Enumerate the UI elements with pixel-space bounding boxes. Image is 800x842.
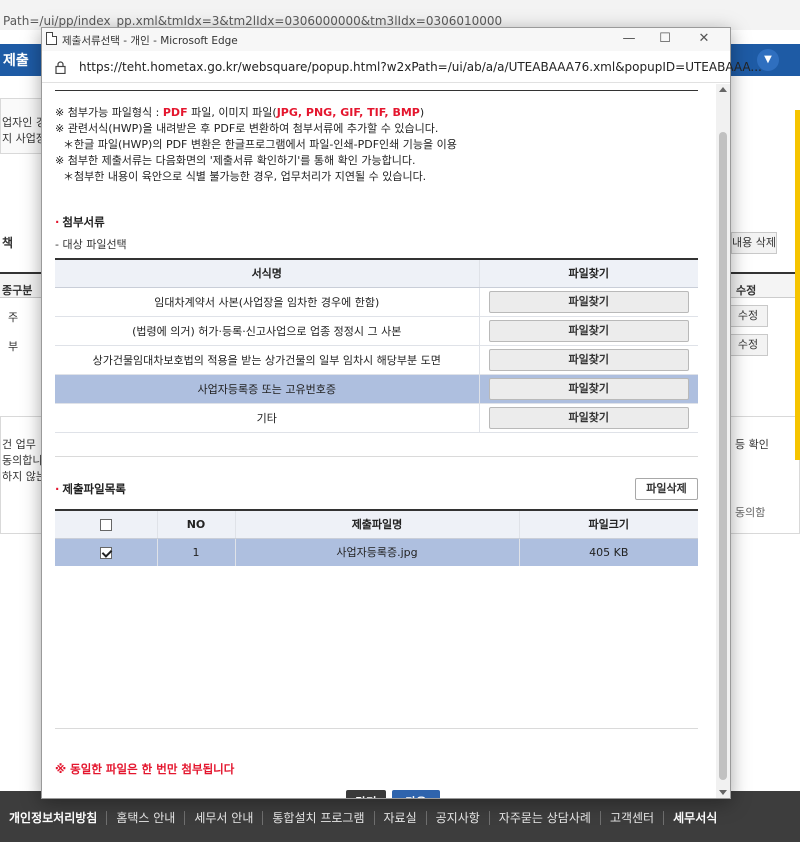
vertical-scrollbar[interactable] <box>716 84 730 798</box>
table-row[interactable]: 상가건물임대차보호법의 적용을 받는 상가건물의 일부 임차시 해당부분 도면 … <box>55 345 698 375</box>
close-icon[interactable]: ✕ <box>695 31 713 47</box>
background-edit-button[interactable]: 수정 <box>728 334 768 356</box>
popup-body: ※ 첨부가능 파일형식 : PDF 파일, 이미지 파일(JPG, PNG, G… <box>42 84 730 798</box>
popup-window-title: 제출서류선택 - 개인 - Microsoft Edge <box>62 35 238 47</box>
column-header-form-name: 서식명 <box>55 259 480 288</box>
file-no-cell: 1 <box>157 538 236 566</box>
background-side-banner <box>795 110 800 460</box>
notice-hwp-convert: ※ 관련서식(HWP)을 내려받은 후 PDF로 변환하여 첨부서류에 추가할 … <box>55 122 439 135</box>
scrollbar-thumb[interactable] <box>719 132 727 780</box>
footer-link-faq[interactable]: 자주묻는 상담사례 <box>490 811 601 825</box>
popup-titlebar[interactable]: 제출서류선택 - 개인 - Microsoft Edge — ☐ ✕ <box>42 28 730 51</box>
background-agree-label[interactable]: 동의함 <box>735 504 765 520</box>
background-grid-cell: 부 <box>8 340 19 353</box>
attach-section-title: · 첨부서류 <box>55 215 105 229</box>
close-button[interactable]: 닫기 <box>346 790 386 798</box>
footer-link-customer-center[interactable]: 고객센터 <box>601 811 665 825</box>
background-section-label: 책 <box>2 236 14 250</box>
background-text: 등 확인 <box>735 438 769 451</box>
bullet-icon: · <box>55 215 60 229</box>
file-list-title: · 제출파일목록 <box>55 482 126 496</box>
background-text: 지 사업장 <box>2 132 46 145</box>
footer-link-privacy[interactable]: 개인정보처리방침 <box>0 811 108 825</box>
table-row[interactable]: (법령에 의거) 허가·등록·신고사업으로 업종 정정시 그 사본 파일찾기 <box>55 316 698 346</box>
minimize-icon[interactable]: — <box>620 31 638 47</box>
find-file-button[interactable]: 파일찾기 <box>488 406 689 429</box>
column-header-find-file: 파일찾기 <box>479 259 698 288</box>
footer-link-install[interactable]: 통합설치 프로그램 <box>263 811 375 825</box>
delete-file-button[interactable]: 파일삭제 <box>635 478 698 500</box>
select-all-checkbox[interactable] <box>99 518 112 531</box>
file-size-cell: 405 KB <box>519 538 698 566</box>
background-url: Path=/ui/pp/index_pp.xml&tmIdx=3&tm2lIdx… <box>3 14 503 28</box>
background-delete-button[interactable]: 내용 삭제 <box>731 232 777 254</box>
background-text: 하지 않는 <box>2 470 46 483</box>
lock-icon <box>55 61 66 74</box>
table-row[interactable]: 기타 파일찾기 <box>55 403 698 433</box>
background-edit-button[interactable]: 수정 <box>728 305 768 327</box>
duplicate-file-warning: ※ 동일한 파일은 한 번만 첨부됩니다 <box>55 762 235 776</box>
notice-processing-delay: ＊첨부한 내용이 육안으로 식별 불가능한 경우, 업무처리가 지연될 수 있습… <box>63 170 427 183</box>
submitted-file-table: NO 제출파일명 파일크기 1 사업자등록증.jpg 405 KB <box>55 509 698 566</box>
bullet-icon: · <box>55 482 60 496</box>
find-file-button[interactable]: 파일찾기 <box>488 290 689 313</box>
divider <box>55 90 698 91</box>
popup-url[interactable]: https://teht.hometax.go.kr/websquare/pop… <box>79 60 762 74</box>
divider <box>55 728 698 729</box>
row-checkbox[interactable] <box>99 546 112 559</box>
table-row-selected[interactable]: 1 사업자등록증.jpg 405 KB <box>55 538 698 566</box>
form-name-cell: 임대차계약서 사본(사업장을 임차한 경우에 한함) <box>55 287 480 317</box>
footer-link-tax-office[interactable]: 세무서 안내 <box>185 811 264 825</box>
maximize-icon[interactable]: ☐ <box>656 31 674 47</box>
find-file-button[interactable]: 파일찾기 <box>488 319 689 342</box>
background-text: 동의합니 <box>2 454 43 467</box>
column-header-file-size: 파일크기 <box>519 510 698 539</box>
form-name-cell: (법령에 의거) 허가·등록·신고사업으로 업종 정정시 그 사본 <box>55 316 480 346</box>
next-button[interactable]: 다음 <box>392 790 440 798</box>
background-address-bar: Path=/ui/pp/index_pp.xml&tmIdx=3&tm2lIdx… <box>0 0 800 30</box>
find-file-button[interactable]: 파일찾기 <box>488 348 689 371</box>
background-grid-header-label: 수정 <box>736 284 757 297</box>
form-name-cell: 사업자등록증 또는 고유번호증 <box>55 374 480 404</box>
form-name-cell: 기타 <box>55 403 480 433</box>
footer-link-tax-forms[interactable]: 세무서식 <box>664 811 726 825</box>
scroll-up-arrow-icon[interactable] <box>719 87 727 92</box>
background-grid-header-label: 종구분 <box>2 284 33 297</box>
find-file-button[interactable]: 파일찾기 <box>488 377 689 400</box>
divider <box>55 456 698 457</box>
table-row-selected[interactable]: 사업자등록증 또는 고유번호증 파일찾기 <box>55 374 698 404</box>
background-grid-cell: 주 <box>8 311 19 324</box>
footer-link-hometax-guide[interactable]: 홈택스 안내 <box>107 811 186 825</box>
file-name-cell: 사업자등록증.jpg <box>235 538 520 566</box>
popup-address-bar[interactable]: https://teht.hometax.go.kr/websquare/pop… <box>42 51 762 83</box>
form-name-cell: 상가건물임대차보호법의 적용을 받는 상가건물의 일부 임차시 해당부분 도면 <box>55 345 480 375</box>
scroll-down-arrow-icon[interactable] <box>719 790 727 795</box>
footer-link-library[interactable]: 자료실 <box>375 811 427 825</box>
notice-file-types: ※ 첨부가능 파일형식 : PDF 파일, 이미지 파일(JPG, PNG, G… <box>55 106 425 119</box>
background-text: 건 업무 <box>2 438 36 451</box>
notice-hwp-pdf-tip: ＊한글 파일(HWP)의 PDF 변환은 한글프로그램에서 파일-인쇄-PDF인… <box>63 138 457 151</box>
table-row[interactable]: 임대차계약서 사본(사업장을 임차한 경우에 한함) 파일찾기 <box>55 287 698 317</box>
background-page-title: 제출 <box>3 53 29 69</box>
column-header-file-name: 제출파일명 <box>235 510 520 539</box>
notice-confirm-docs: ※ 첨부한 제출서류는 다음화면의 '제출서류 확인하기'를 통해 확인 가능합… <box>55 154 416 167</box>
attach-section-subtitle: - 대상 파일선택 <box>55 238 127 251</box>
footer-link-notice[interactable]: 공지사항 <box>427 811 490 825</box>
document-icon <box>46 32 57 45</box>
footer-links: 개인정보처리방침 홈택스 안내 세무서 안내 통합설치 프로그램 자료실 공지사… <box>0 811 800 825</box>
column-header-no: NO <box>157 510 236 539</box>
popup-window: 제출서류선택 - 개인 - Microsoft Edge — ☐ ✕ https… <box>41 27 762 799</box>
attach-document-table: 서식명 파일찾기 임대차계약서 사본(사업장을 임차한 경우에 한함) 파일찾기… <box>55 258 698 433</box>
